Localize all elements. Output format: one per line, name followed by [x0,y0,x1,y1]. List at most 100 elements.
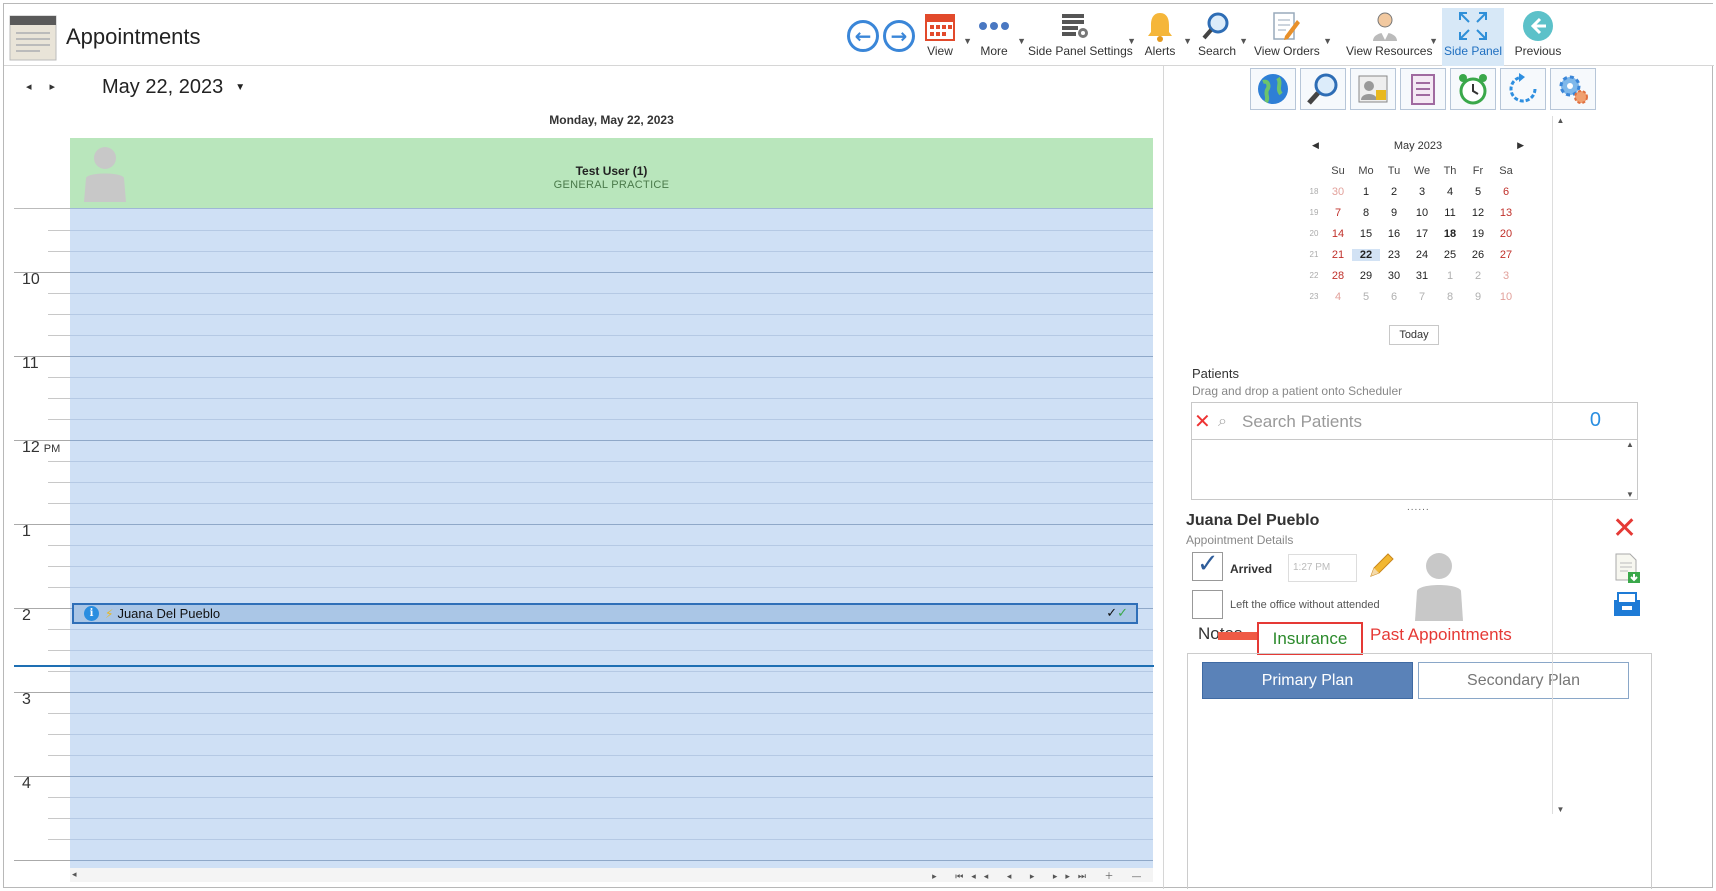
calendar-day[interactable]: 23 [1380,249,1408,261]
chevron-down-icon[interactable]: ▼ [235,82,245,93]
calendar-day[interactable]: 26 [1464,249,1492,261]
calendar-day[interactable]: 8 [1352,207,1380,219]
list-scrollbar[interactable]: ▲ ▼ [1623,440,1637,499]
more-button[interactable]: More ▼ [976,8,1026,66]
clear-icon[interactable]: ✕ [1194,409,1211,433]
scroll-up-icon[interactable]: ▲ [1623,440,1637,449]
splitter-handle[interactable]: ...... [1407,502,1430,513]
scroll-up-icon[interactable]: ▲ [1553,116,1568,125]
calendar-day[interactable]: 10 [1408,207,1436,219]
calendar-day[interactable]: 10 [1492,291,1520,303]
prev-day-arrow[interactable]: ◂ [26,81,32,93]
calendar-day[interactable]: 16 [1380,228,1408,240]
chevron-down-icon[interactable]: ▼ [1239,36,1248,46]
refresh-button[interactable] [1500,68,1546,110]
calendar-day[interactable]: 6 [1380,291,1408,303]
view-button[interactable]: View ▼ [922,8,972,66]
magnifier-button[interactable] [1300,68,1346,110]
chevron-down-icon[interactable]: ▼ [1429,36,1438,46]
next-day-arrow[interactable]: ▸ [50,81,56,93]
calendar-day[interactable]: 7 [1324,207,1352,219]
scheduler-nav-controls[interactable]: ▸ ⏮◂◂ ◂ ▸ ▸▸⏭ ＋ — [932,869,1149,882]
patient-list[interactable]: ▲ ▼ [1191,440,1638,500]
scroll-left-icon[interactable]: ◂ [72,869,77,880]
prev-month-arrow[interactable]: ◀ [1312,140,1319,151]
side-panel-button[interactable]: Side Panel [1442,8,1504,66]
search-button[interactable]: Search ▼ [1198,8,1248,66]
tab-insurance[interactable]: Insurance [1257,622,1363,655]
calendar-day[interactable]: 5 [1352,291,1380,303]
calendar-day[interactable]: 2 [1380,186,1408,198]
info-icon[interactable]: i [84,606,99,621]
forward-arrow-icon[interactable]: → [883,20,915,52]
calendar-day[interactable]: 17 [1408,228,1436,240]
calendar-day[interactable]: 4 [1436,186,1464,198]
calendar-day[interactable]: 30 [1324,186,1352,198]
chevron-down-icon[interactable]: ▼ [1323,36,1332,46]
calendar-day[interactable]: 15 [1352,228,1380,240]
chevron-down-icon[interactable]: ▼ [1183,36,1192,46]
calendar-day[interactable]: 3 [1408,186,1436,198]
current-date-picker[interactable]: May 22, 2023 ▼ [102,76,245,99]
settings-button[interactable] [1550,68,1596,110]
resource-header[interactable]: Test User (1) GENERAL PRACTICE [70,138,1153,208]
calendar-day[interactable]: 18 [1436,228,1464,240]
primary-plan-button[interactable]: Primary Plan [1202,662,1413,699]
pencil-icon[interactable] [1366,551,1396,581]
search-patients-input[interactable]: Search Patients [1242,412,1362,432]
tab-past-appointments[interactable]: Past Appointments [1370,625,1512,645]
contact-card-button[interactable] [1350,68,1396,110]
calendar-day[interactable]: 9 [1464,291,1492,303]
calendar-day[interactable]: 12 [1464,207,1492,219]
calendar-day[interactable]: 25 [1436,249,1464,261]
alarm-clock-button[interactable] [1450,68,1496,110]
calendar-day[interactable]: 14 [1324,228,1352,240]
view-resources-button[interactable]: View Resources ▼ [1346,8,1438,66]
calendar-day[interactable]: 5 [1464,186,1492,198]
calendar-day[interactable]: 21 [1324,249,1352,261]
cancel-appointment-icon[interactable]: ✕ [1612,511,1637,546]
calendar-day[interactable]: 30 [1380,270,1408,282]
secondary-plan-button[interactable]: Secondary Plan [1418,662,1629,699]
next-month-arrow[interactable]: ▶ [1517,140,1524,151]
checklist-button[interactable] [1400,68,1446,110]
calendar-day[interactable]: 8 [1436,291,1464,303]
calendar-day[interactable]: 28 [1324,270,1352,282]
calendar-day[interactable]: 4 [1324,291,1352,303]
calendar-day[interactable]: 9 [1380,207,1408,219]
chevron-down-icon[interactable]: ▼ [1127,36,1136,46]
scroll-down-icon[interactable]: ▼ [1553,805,1568,814]
patient-search-box[interactable]: ✕ ⌕ Search Patients 0 [1191,402,1638,440]
calendar-day[interactable]: 20 [1492,228,1520,240]
horizontal-scrollbar[interactable]: ◂ ▸ ⏮◂◂ ◂ ▸ ▸▸⏭ ＋ — [70,868,1153,882]
calendar-day[interactable]: 24 [1408,249,1436,261]
side-panel-scrollbar[interactable]: ▲ ▼ [1552,116,1568,814]
calendar-day[interactable]: 29 [1352,270,1380,282]
scroll-down-icon[interactable]: ▼ [1623,490,1637,499]
view-orders-button[interactable]: View Orders ▼ [1254,8,1332,66]
arrived-time-field[interactable]: 1:27 PM [1288,554,1357,582]
chevron-down-icon[interactable]: ▼ [1017,36,1026,46]
inbox-tray-icon[interactable] [1612,590,1642,618]
appointment-block[interactable]: i ⚡ Juana Del Pueblo ✓✓ [72,603,1138,624]
arrived-checkbox[interactable] [1192,549,1223,581]
calendar-day[interactable]: 6 [1492,186,1520,198]
document-download-icon[interactable] [1612,552,1642,584]
calendar-day[interactable]: 3 [1492,270,1520,282]
calendar-day[interactable]: 2 [1464,270,1492,282]
left-office-checkbox[interactable] [1192,590,1223,619]
calendar-day[interactable]: 31 [1408,270,1436,282]
side-panel-settings-button[interactable]: Side Panel Settings ▼ [1028,8,1136,66]
calendar-day[interactable]: 19 [1464,228,1492,240]
calendar-day[interactable]: 22 [1352,248,1380,261]
calendar-day[interactable]: 1 [1352,186,1380,198]
calendar-day[interactable]: 7 [1408,291,1436,303]
calendar-day[interactable]: 27 [1492,249,1520,261]
calendar-day[interactable]: 13 [1492,207,1520,219]
today-button[interactable]: Today [1389,325,1439,345]
globe-button[interactable] [1250,68,1296,110]
calendar-day[interactable]: 11 [1436,207,1464,219]
back-arrow-icon[interactable]: ← [847,20,879,52]
chevron-down-icon[interactable]: ▼ [963,36,972,46]
calendar-day[interactable]: 1 [1436,270,1464,282]
